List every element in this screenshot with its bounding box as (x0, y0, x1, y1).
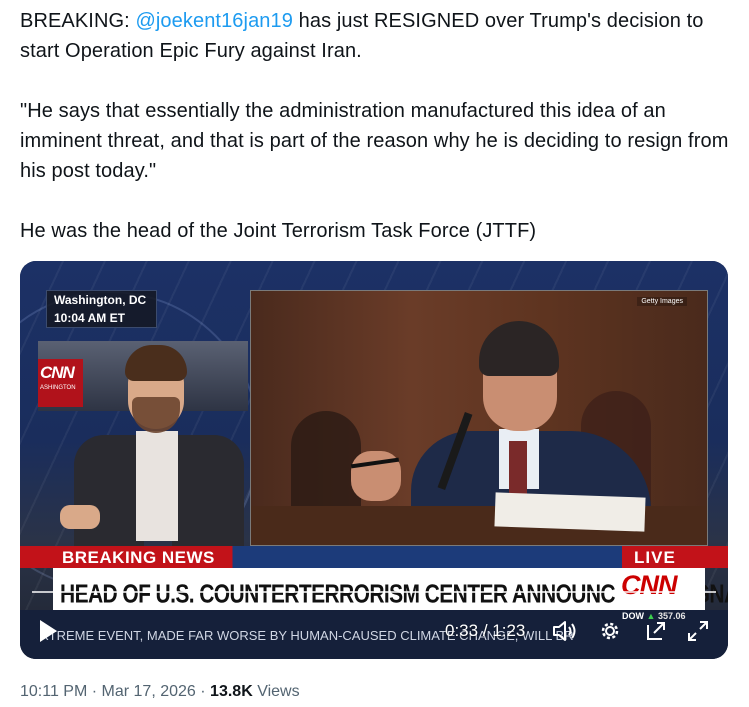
separator-dot: · (91, 683, 102, 700)
fullscreen-icon (688, 621, 708, 641)
anchor-beard (132, 397, 180, 433)
location-box: Washington, DC 10:04 AM ET (46, 290, 157, 328)
anchor-figure (60, 345, 250, 547)
location-time: 10:04 AM ET (54, 311, 125, 325)
video-player[interactable]: CNN ASHINGTON Washington, DC 10:04 AM ET… (20, 261, 728, 659)
settings-button[interactable] (596, 617, 624, 645)
tweet-text: BREAKING: @joekent16jan19 has just RESIG… (20, 6, 735, 246)
volume-button[interactable] (551, 617, 579, 645)
breaking-news-label: BREAKING NEWS (62, 548, 215, 567)
inset-photo: Getty Images (250, 290, 708, 546)
photo-credit: Getty Images (637, 297, 687, 306)
post-date[interactable]: Mar 17, 2026 (102, 683, 196, 700)
popout-button[interactable] (642, 617, 670, 645)
anchor-suit-right (172, 435, 244, 547)
live-label: LIVE (634, 548, 676, 567)
anchor-hair (125, 345, 187, 381)
dow-label: DOW (622, 611, 644, 621)
volume-icon (553, 621, 576, 641)
tweet-prefix: BREAKING: (20, 10, 136, 32)
fullscreen-button[interactable] (684, 617, 712, 645)
views-count: 13.8K (210, 683, 253, 700)
tweet-meta: 10:11 PM · Mar 17, 2026 · 13.8K Views (20, 683, 300, 701)
time-total: 1:23 (492, 621, 526, 640)
anchor-hand (60, 505, 100, 529)
progress-scrubber[interactable] (32, 591, 716, 593)
anchor-shirt (136, 431, 178, 541)
mention-link[interactable]: @joekent16jan19 (135, 10, 292, 32)
subject-hair (479, 321, 559, 376)
location-city: Washington, DC (54, 293, 147, 307)
views-label: Views (257, 683, 300, 700)
time-readout: 0:33 / 1:23 (445, 621, 526, 640)
network-logo: CNN (621, 570, 677, 600)
tweet-paragraph-3: He was the head of the Joint Terrorism T… (20, 220, 537, 242)
separator-dot: · (200, 683, 211, 700)
time-current: 0:33 (445, 621, 479, 640)
tweet-paragraph-2: "He says that essentially the administra… (20, 100, 729, 182)
tweet-paragraph-1: BREAKING: @joekent16jan19 has just RESIG… (20, 6, 735, 66)
nameplate (494, 492, 646, 532)
play-button[interactable] (38, 619, 58, 643)
anchor-suit-left (74, 435, 144, 547)
settings-gear-icon (601, 622, 619, 640)
post-time[interactable]: 10:11 PM (20, 683, 87, 700)
popout-icon (647, 622, 665, 640)
play-icon (40, 620, 57, 642)
